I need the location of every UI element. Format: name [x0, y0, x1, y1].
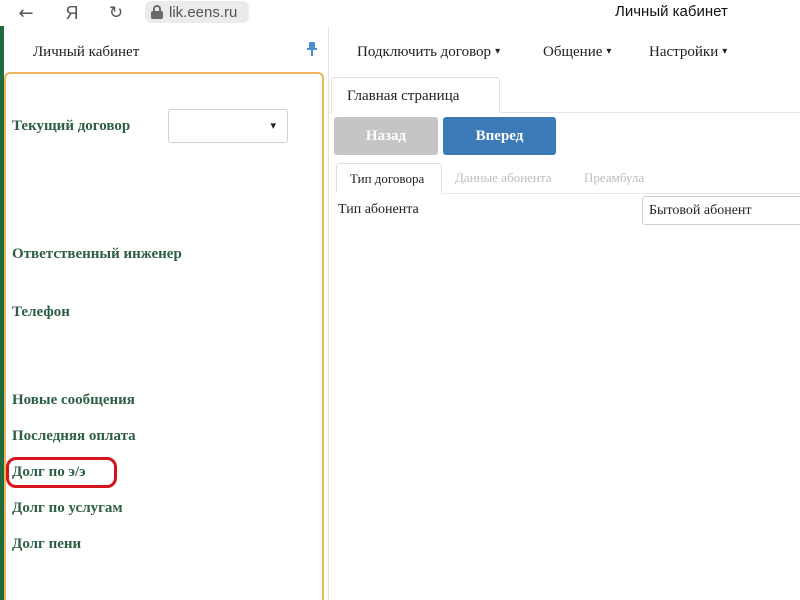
- responsible-engineer-label: Ответственный инженер: [12, 246, 182, 262]
- lock-icon: [149, 4, 165, 20]
- menu-communication[interactable]: Общение ▾: [543, 44, 611, 61]
- address-bar[interactable]: lik.eens.ru: [145, 1, 249, 23]
- url-text: lik.eens.ru: [169, 3, 238, 21]
- subtabs-line: [442, 193, 800, 194]
- services-debt-label: Долг по услугам: [12, 500, 123, 516]
- tab-preamble[interactable]: Преамбула: [584, 163, 644, 193]
- pin-icon[interactable]: [307, 42, 317, 56]
- new-messages-label: Новые сообщения: [12, 392, 135, 408]
- sidebar-header: Личный кабинет: [4, 26, 326, 72]
- menu-settings[interactable]: Настройки ▾: [649, 44, 727, 61]
- forward-button[interactable]: Вперед: [443, 117, 556, 155]
- energy-debt-highlight: [6, 457, 117, 488]
- arrow-left-icon[interactable]: ←: [12, 0, 40, 26]
- tab-main-page[interactable]: Главная страница: [331, 77, 500, 113]
- window-title: Личный кабинет: [615, 3, 728, 20]
- chevron-down-icon: ▾: [606, 46, 612, 57]
- sidebar-title: Личный кабинет: [33, 44, 140, 60]
- yandex-logo-icon[interactable]: Я: [58, 0, 86, 26]
- browser-toolbar: ← Я ↻ lik.eens.ru Личный кабинет: [0, 0, 800, 26]
- chevron-down-icon: ▾: [270, 119, 276, 132]
- last-payment-label: Последняя оплата: [12, 428, 136, 444]
- subscriber-type-field[interactable]: Бытовой абонент: [642, 196, 800, 225]
- tab-contract-type[interactable]: Тип договора: [336, 163, 442, 193]
- chevron-down-icon: ▾: [495, 46, 501, 57]
- penalty-debt-label: Долг пени: [12, 536, 82, 552]
- reload-icon[interactable]: ↻: [102, 0, 130, 26]
- current-contract-label: Текущий договор: [12, 118, 131, 134]
- back-button[interactable]: Назад: [334, 117, 438, 155]
- tab-subscriber-data[interactable]: Данные абонента: [455, 163, 551, 193]
- menu-connect-contract[interactable]: Подключить договор ▾: [357, 44, 500, 61]
- chevron-down-icon: ▾: [722, 46, 728, 57]
- contract-select[interactable]: ▾: [168, 109, 288, 143]
- phone-label: Телефон: [12, 304, 70, 320]
- account-info-panel: Текущий договор ▾ Ответственный инженер …: [4, 72, 324, 600]
- main-menu: Подключить договор ▾ Общение ▾ Настройки ▾: [329, 26, 800, 72]
- subscriber-type-label: Тип абонента: [338, 202, 419, 217]
